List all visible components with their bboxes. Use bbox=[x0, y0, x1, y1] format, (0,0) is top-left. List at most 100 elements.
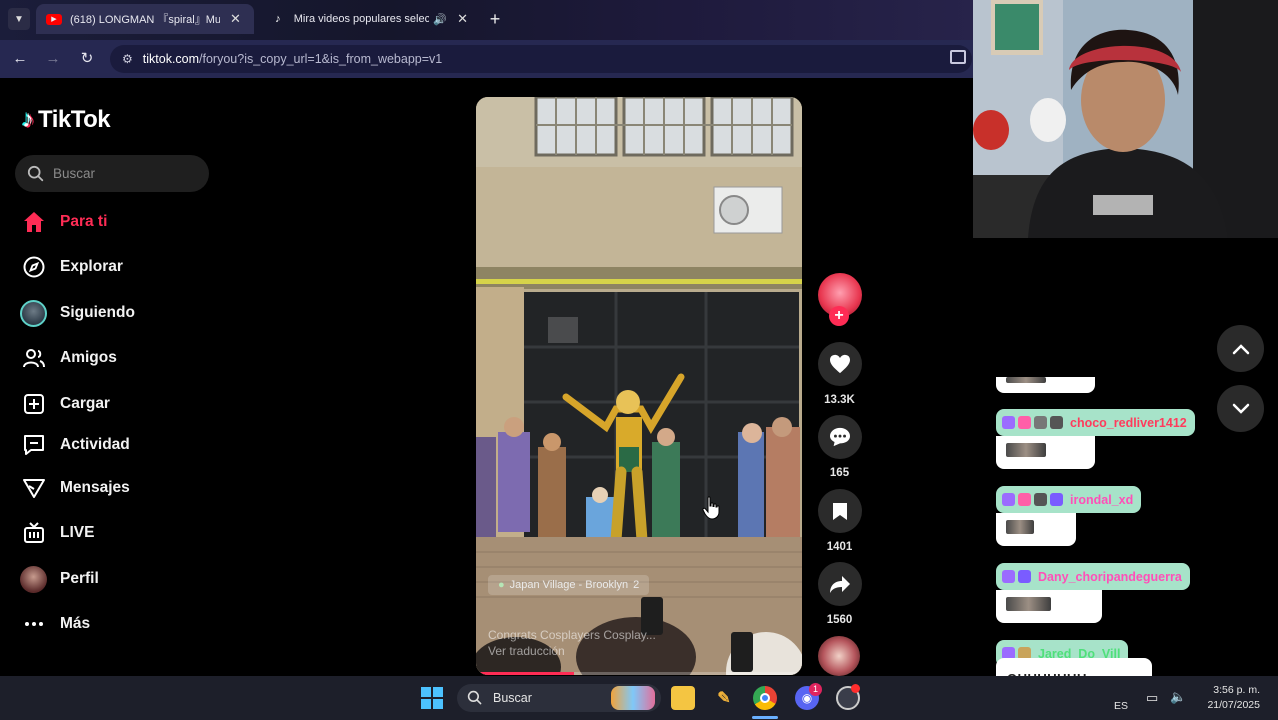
language-indicator[interactable]: ES bbox=[1108, 700, 1128, 712]
share-count: 1560 bbox=[826, 614, 853, 626]
location-count: 2 bbox=[633, 579, 640, 591]
friends-icon bbox=[20, 345, 47, 372]
home-icon bbox=[20, 209, 47, 236]
save-count: 1401 bbox=[826, 541, 853, 553]
tiktok-note-icon: ♪ bbox=[22, 106, 34, 133]
profile-avatar bbox=[20, 565, 47, 593]
url-field[interactable]: ⚙ tiktok.com/foryou?is_copy_url=1&is_fro… bbox=[110, 45, 972, 73]
translate-link[interactable]: Ver traducción bbox=[488, 643, 656, 659]
chat-username-row: Dany_choripandeguerra bbox=[996, 563, 1190, 590]
location-chip[interactable]: ● Japan Village - Brooklyn 2 bbox=[488, 575, 650, 595]
upload-icon bbox=[20, 391, 47, 418]
volume-icon[interactable]: 🔈 bbox=[1170, 689, 1186, 705]
emote-badge-icon bbox=[1050, 416, 1063, 429]
live-icon bbox=[20, 520, 47, 547]
more-icon bbox=[20, 611, 47, 638]
follow-plus-button[interactable]: + bbox=[829, 306, 849, 326]
chat-message-card bbox=[996, 377, 1095, 393]
clock-date[interactable]: 21/07/2025 bbox=[1196, 699, 1260, 711]
url-path: /foryou?is_copy_url=1&is_from_webapp=v1 bbox=[199, 52, 443, 66]
nav-live[interactable]: LIVE bbox=[20, 519, 94, 547]
speaker-icon[interactable]: 🔊 bbox=[433, 13, 447, 26]
chat-emote bbox=[1006, 597, 1051, 611]
search-highlight-icon bbox=[611, 686, 655, 710]
windows-start-icon[interactable] bbox=[420, 686, 444, 710]
nav-label: Perfil bbox=[60, 570, 99, 587]
browser-tab-youtube[interactable]: ▶ (618) LONGMAN 『spiral』Music ✕ bbox=[36, 4, 254, 34]
tiktok-logo[interactable]: ♪ TikTok bbox=[22, 106, 111, 134]
back-icon[interactable]: ← bbox=[10, 49, 30, 69]
hand-cursor-icon bbox=[702, 496, 720, 520]
chat-username-row: choco_redliver1412 bbox=[996, 409, 1195, 436]
like-button[interactable]: 13.3K bbox=[817, 342, 862, 406]
file-explorer-icon[interactable] bbox=[671, 686, 695, 710]
forward-icon[interactable]: → bbox=[43, 49, 63, 69]
logo-text: TikTok bbox=[38, 106, 111, 133]
messages-icon bbox=[20, 475, 47, 502]
chat-message-card bbox=[996, 513, 1076, 546]
clock-time[interactable]: 3:56 p. m. bbox=[1196, 684, 1260, 696]
edit-app-icon[interactable]: ✎ bbox=[712, 686, 736, 710]
browser-tab-tiktok[interactable]: ♪ Mira videos populares selec 🔊 ✕ bbox=[260, 4, 478, 34]
cast-icon[interactable] bbox=[950, 50, 966, 64]
nav-label: Más bbox=[60, 615, 91, 632]
chevron-down-icon bbox=[1232, 403, 1249, 414]
chat-username[interactable]: irondal_xd bbox=[1070, 493, 1133, 507]
share-button[interactable]: 1560 bbox=[817, 562, 862, 626]
close-icon[interactable]: ✕ bbox=[230, 11, 241, 27]
nav-explorar[interactable]: Explorar bbox=[20, 253, 123, 281]
previous-video-button[interactable] bbox=[1217, 325, 1264, 372]
nav-cargar[interactable]: Cargar bbox=[20, 390, 110, 418]
chat-emote bbox=[1006, 443, 1046, 457]
music-disc-icon[interactable] bbox=[818, 636, 860, 676]
reload-icon[interactable]: ↻ bbox=[77, 49, 97, 69]
progress-fill bbox=[476, 672, 574, 675]
nav-siguiendo[interactable]: Siguiendo bbox=[20, 299, 135, 327]
share-icon bbox=[817, 562, 862, 606]
comment-button[interactable]: 165 bbox=[817, 415, 862, 479]
nav-perfil[interactable]: Perfil bbox=[20, 565, 99, 593]
tab-title: (618) LONGMAN 『spiral』Music bbox=[70, 14, 220, 26]
video-caption: Congrats Cosplayers Cosplay... Ver tradu… bbox=[488, 627, 656, 659]
chat-username[interactable]: Dany_choripandeguerra bbox=[1038, 570, 1182, 584]
nav-label: Amigos bbox=[60, 349, 117, 366]
heart-icon bbox=[817, 342, 862, 386]
network-icon[interactable]: ▭ bbox=[1146, 690, 1158, 706]
chat-message-card bbox=[996, 436, 1095, 469]
nav-actividad[interactable]: Actividad bbox=[20, 431, 130, 459]
taskbar: Buscar ✎ ◉ 1 ES ▭ 🔈 3:56 p. m. 21/07/202… bbox=[0, 676, 1278, 720]
nav-para-ti[interactable]: Para ti bbox=[20, 208, 107, 236]
close-icon[interactable]: ✕ bbox=[457, 11, 468, 27]
chat-badge-icon bbox=[1002, 416, 1015, 429]
chrome-icon[interactable] bbox=[753, 686, 777, 710]
new-tab-button[interactable]: + bbox=[484, 8, 506, 30]
taskbar-search[interactable]: Buscar bbox=[457, 684, 661, 712]
chat-username-row: irondal_xd bbox=[996, 486, 1142, 513]
search-box[interactable] bbox=[15, 155, 209, 192]
emote-badge-icon bbox=[1034, 493, 1047, 506]
video-player[interactable]: ● Japan Village - Brooklyn 2 Congrats Co… bbox=[476, 97, 802, 675]
video-progress-bar[interactable] bbox=[476, 672, 802, 675]
nav-amigos[interactable]: Amigos bbox=[20, 344, 117, 372]
site-settings-icon[interactable]: ⚙ bbox=[122, 52, 133, 66]
following-avatar bbox=[20, 299, 47, 327]
discord-notification-badge: 1 bbox=[809, 683, 822, 696]
nav-mas[interactable]: Más bbox=[20, 610, 90, 638]
chat-message-card bbox=[996, 590, 1102, 623]
heart-badge-icon bbox=[1018, 493, 1031, 506]
youtube-icon: ▶ bbox=[46, 13, 62, 25]
tab-search-button[interactable]: ▼ bbox=[8, 8, 30, 30]
taskbar-search-label: Buscar bbox=[493, 691, 532, 705]
emote-badge-icon bbox=[1050, 493, 1063, 506]
bookmark-icon bbox=[817, 489, 862, 533]
search-input[interactable] bbox=[53, 166, 193, 181]
nav-label: LIVE bbox=[60, 524, 95, 541]
chat-username[interactable]: choco_redliver1412 bbox=[1070, 416, 1187, 430]
nav-mensajes[interactable]: Mensajes bbox=[20, 474, 130, 502]
next-video-button[interactable] bbox=[1217, 385, 1264, 432]
activity-icon bbox=[20, 432, 47, 459]
save-button[interactable]: 1401 bbox=[817, 489, 862, 553]
emote-badge-icon bbox=[1018, 570, 1031, 583]
nav-label: Explorar bbox=[60, 258, 123, 275]
compass-icon bbox=[20, 254, 47, 281]
